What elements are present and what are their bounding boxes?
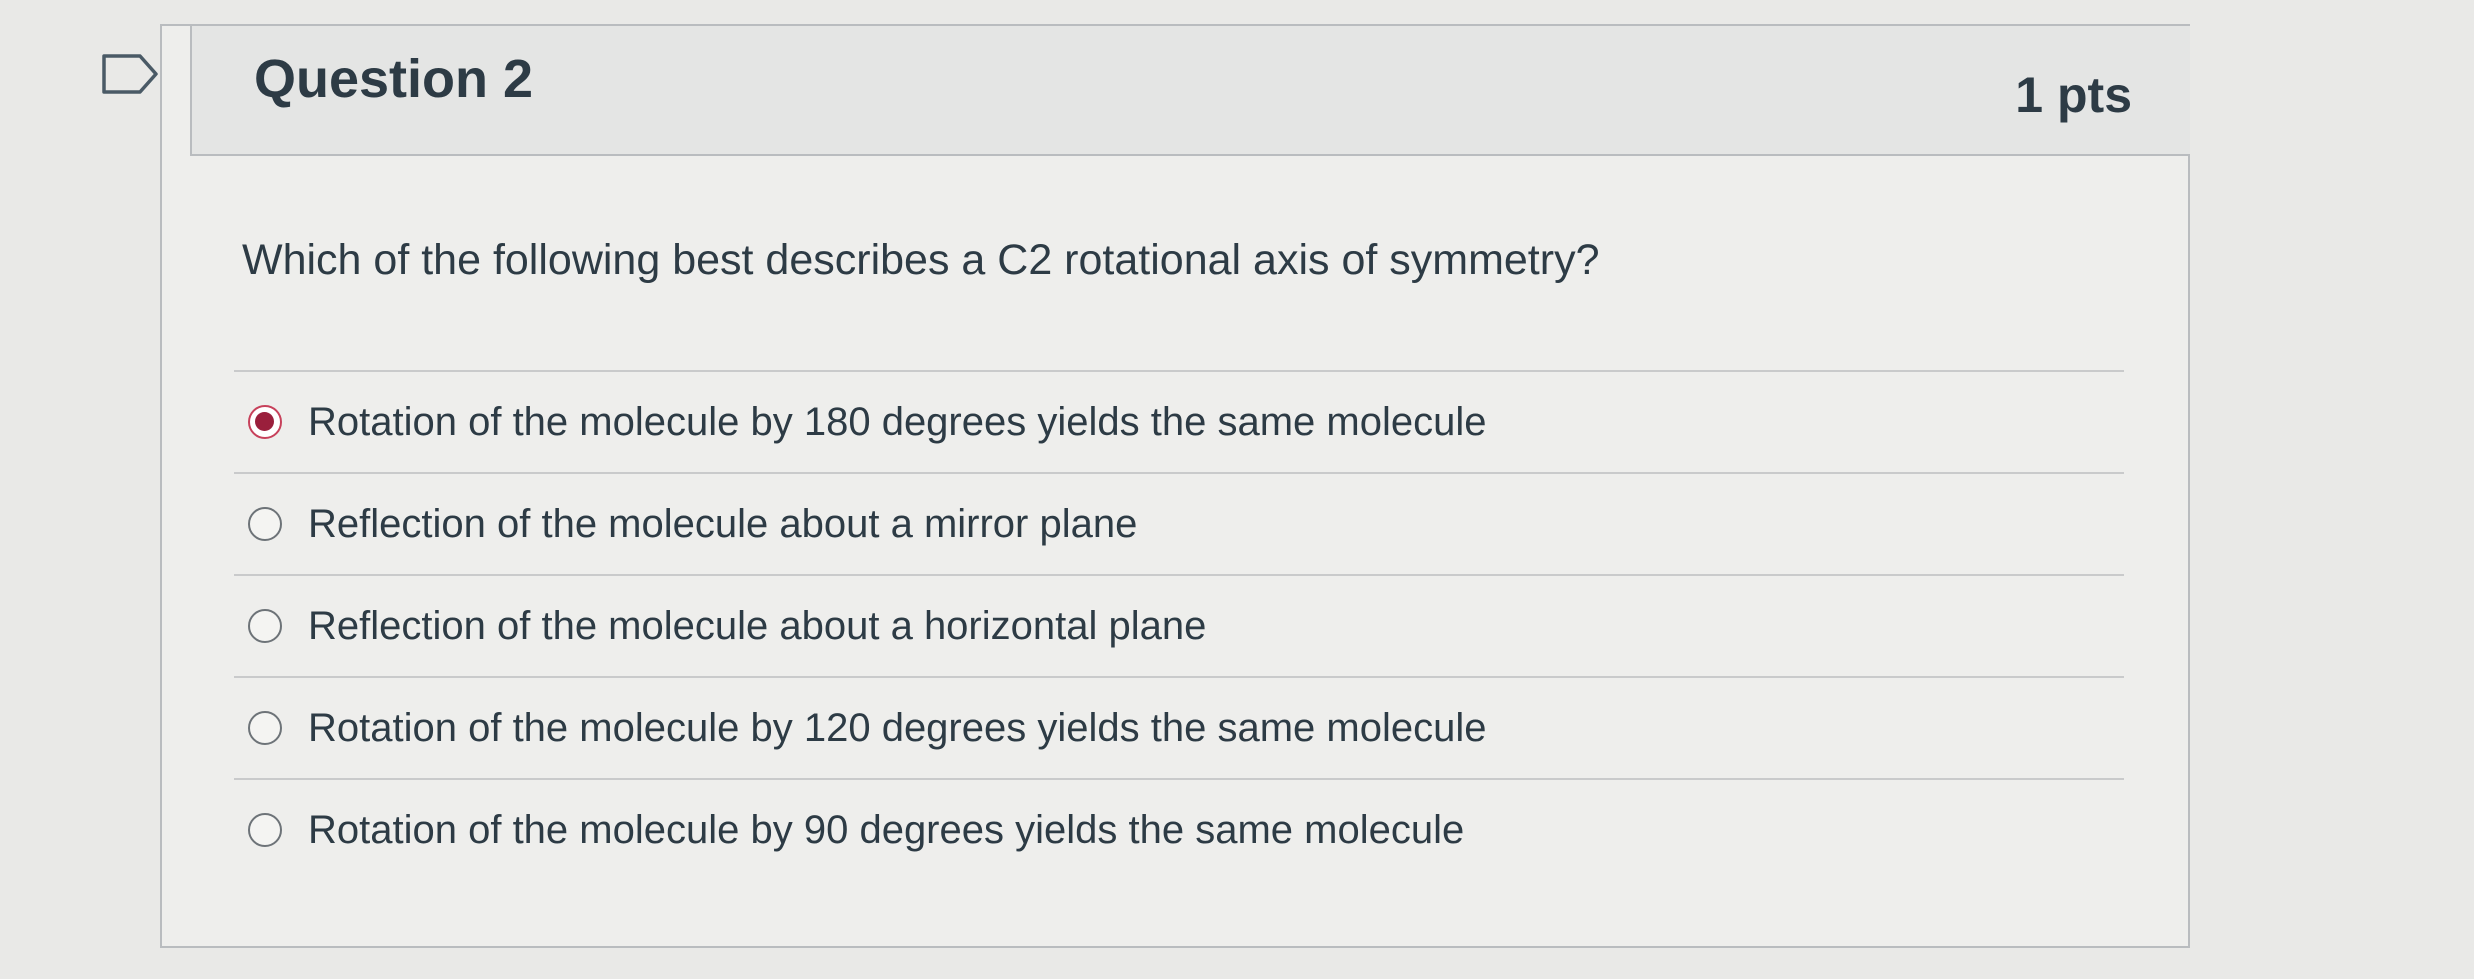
answer-option[interactable]: Rotation of the molecule by 120 degrees … (234, 676, 2124, 778)
answer-label[interactable]: Rotation of the molecule by 180 degrees … (308, 402, 1486, 442)
answer-option[interactable]: Rotation of the molecule by 90 degrees y… (234, 778, 2124, 880)
answer-label[interactable]: Reflection of the molecule about a mirro… (308, 504, 1137, 544)
question-text: Which of the following best describes a … (242, 236, 1600, 284)
answer-list: Rotation of the molecule by 180 degrees … (234, 370, 2124, 880)
question-card: Question 2 1 pts Which of the following … (160, 24, 2190, 948)
radio-button[interactable] (248, 711, 282, 745)
answer-label[interactable]: Reflection of the molecule about a horiz… (308, 606, 1206, 646)
answer-option[interactable]: Reflection of the molecule about a horiz… (234, 574, 2124, 676)
answer-label[interactable]: Rotation of the molecule by 90 degrees y… (308, 810, 1464, 850)
radio-button-selected[interactable] (248, 405, 282, 439)
flag-question-icon[interactable] (100, 52, 160, 96)
answer-option[interactable]: Reflection of the molecule about a mirro… (234, 472, 2124, 574)
answer-option[interactable]: Rotation of the molecule by 180 degrees … (234, 370, 2124, 472)
question-points: 1 pts (2015, 67, 2132, 123)
radio-button[interactable] (248, 609, 282, 643)
question-header: Question 2 1 pts (190, 26, 2190, 156)
question-title: Question 2 (254, 49, 534, 109)
radio-button[interactable] (248, 813, 282, 847)
answer-label[interactable]: Rotation of the molecule by 120 degrees … (308, 708, 1486, 748)
radio-button[interactable] (248, 507, 282, 541)
